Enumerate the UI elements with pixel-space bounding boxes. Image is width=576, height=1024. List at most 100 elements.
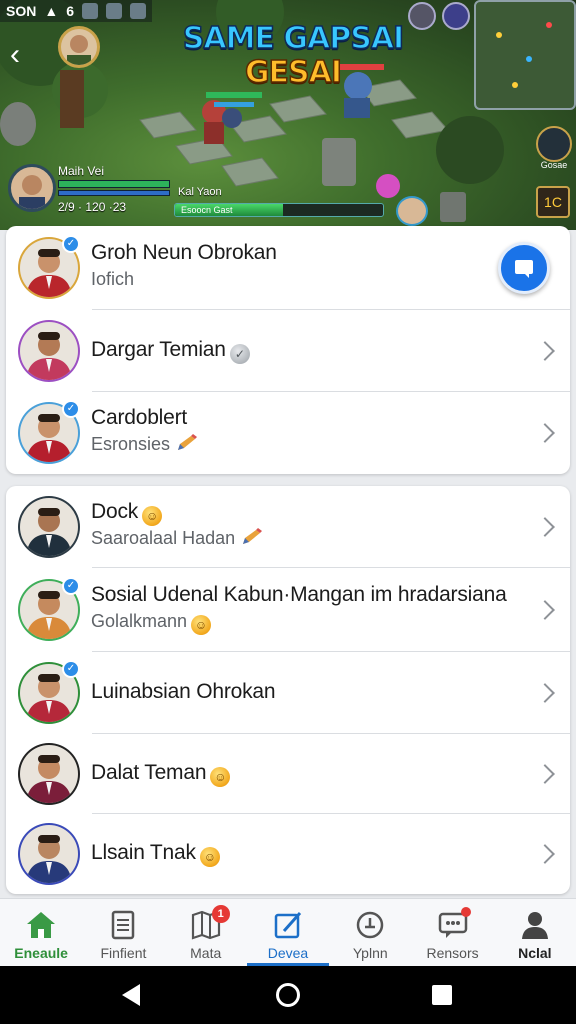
system-back-icon[interactable] <box>122 984 140 1006</box>
edit-icon <box>272 909 304 941</box>
friend-row[interactable]: Dargar Temian ✓ <box>6 310 570 392</box>
minimap[interactable] <box>474 0 576 110</box>
game-banner[interactable]: SON ▲ 6 ‹ SAME GAPSAI GESAI Maih Vei 2/9… <box>0 0 576 230</box>
avatar[interactable] <box>20 498 78 556</box>
nav-label: Nclal <box>518 945 552 961</box>
friend-row[interactable]: Dock ☺ Saaroalaal Hadan <box>6 486 570 568</box>
chevron-right-icon[interactable] <box>535 517 555 537</box>
match-progress-bar: Esoocn Gast <box>174 203 384 217</box>
friend-name: Cardoblert <box>91 406 188 429</box>
nav-item-devea[interactable]: Devea <box>246 899 330 966</box>
shield-icon[interactable] <box>536 126 572 162</box>
nav-label: Yplnn <box>352 945 388 961</box>
avatar[interactable] <box>20 825 78 883</box>
minimap-marker <box>512 82 518 88</box>
smile-emoji-icon: ☺ <box>199 847 220 867</box>
app-icon <box>106 3 122 19</box>
avatar-portrait <box>20 498 78 556</box>
friends-card-bottom: Dock ☺ Saaroalaal Hadan ✓ Sosial Udenal Kabu… <box>6 486 570 894</box>
friend-row[interactable]: Dalat Teman ☺ <box>6 734 570 814</box>
friend-row[interactable]: ✓ Luinabsian Ohrokan <box>6 652 570 734</box>
friend-name: Luinabsian Ohrokan <box>91 680 276 703</box>
system-nav-bar <box>0 966 576 1024</box>
friend-title: Cardoblert <box>91 406 187 430</box>
smile-emoji-icon: ☺ <box>210 767 231 787</box>
nav-label: Devea <box>267 945 309 961</box>
back-button[interactable]: ‹ <box>10 40 40 74</box>
player-health-bar <box>58 180 170 188</box>
friend-name: Dalat Teman <box>91 761 207 784</box>
side-badge[interactable]: 1C <box>536 186 570 218</box>
player-stats: 2/9 · 120 ·23 <box>58 200 127 214</box>
friend-row[interactable]: Llsain Tnak ☺ <box>6 814 570 894</box>
friend-name: Groh Neun Obrokan <box>91 241 277 264</box>
minimap-marker <box>496 32 502 38</box>
friend-name: Sosial Udenal Kabun·Mangan im hradarsian… <box>91 583 507 606</box>
nav-item-nclal[interactable]: Nclal <box>494 899 576 966</box>
chevron-right-icon[interactable] <box>535 600 555 620</box>
nav-item-rensors[interactable]: Rensors <box>411 899 493 966</box>
friend-name: Dargar Temian <box>91 338 226 361</box>
friend-subtitle: Saaroalaal Hadan <box>91 528 263 549</box>
avatar[interactable] <box>20 322 78 380</box>
enemy-name: Kal Yaon <box>178 186 222 198</box>
friend-row[interactable]: ✓ Cardoblert Esronsies <box>6 392 570 474</box>
nav-badge: 1 <box>211 905 230 923</box>
friend-name: Llsain Tnak <box>91 841 196 864</box>
nav-item-yplnn[interactable]: Yplnn <box>329 899 411 966</box>
smile-emoji-icon: ☺ <box>191 615 212 635</box>
chevron-right-icon[interactable] <box>535 683 555 703</box>
chevron-left-icon: ‹ <box>10 38 20 71</box>
chevron-right-icon[interactable] <box>535 844 555 864</box>
player-card[interactable]: Maih Vei 2/9 · 120 ·23 <box>8 164 170 218</box>
game-title: SAME GAPSAI GESAI <box>168 21 418 91</box>
hero-avatar[interactable] <box>58 26 100 68</box>
friend-status: Esronsies <box>91 434 171 454</box>
system-recents-icon[interactable] <box>432 985 452 1005</box>
avatar-portrait <box>20 825 78 883</box>
document-icon <box>107 909 139 941</box>
avatar[interactable] <box>20 745 78 803</box>
status-bar: SON ▲ 6 <box>0 0 152 22</box>
notification-dot <box>460 907 471 917</box>
friend-subtitle: Esronsies <box>91 434 198 455</box>
signal-icon: ▲ <box>44 3 59 19</box>
nav-label: Eneaule <box>14 945 68 961</box>
compass-icon <box>354 909 386 941</box>
progress-label: Esoocn Gast <box>181 205 233 215</box>
friend-status: Golalkmann <box>91 611 188 631</box>
friend-subtitle: Iofich <box>91 269 134 290</box>
chat-button[interactable] <box>498 242 550 294</box>
player-portrait-icon[interactable] <box>408 2 436 30</box>
verified-icon: ✓ <box>62 235 80 253</box>
nav-label: Mata <box>190 945 222 961</box>
chevron-right-icon[interactable] <box>535 341 555 361</box>
side-label: Gosae <box>540 160 568 170</box>
friend-title: Groh Neun Obrokan <box>91 241 277 265</box>
enemy-avatar[interactable] <box>396 196 428 226</box>
pencil-icon <box>178 434 198 450</box>
status-time: SON <box>6 3 37 19</box>
minimap-marker <box>546 22 552 28</box>
minimap-marker <box>526 56 532 62</box>
smile-emoji-icon: ☺ <box>142 506 163 526</box>
app-icon <box>130 3 146 19</box>
nav-label: Finfient <box>100 945 147 961</box>
chevron-right-icon[interactable] <box>535 764 555 784</box>
friend-row[interactable]: ✓ Groh Neun Obrokan Iofich <box>6 226 570 310</box>
system-home-icon[interactable] <box>276 983 300 1007</box>
friend-title: Dalat Teman ☺ <box>91 761 231 787</box>
friend-title: Luinabsian Ohrokan <box>91 680 276 704</box>
guild-icon[interactable] <box>442 2 470 30</box>
chevron-right-icon[interactable] <box>535 423 555 443</box>
nav-item-finfient[interactable]: Finfient <box>82 899 164 966</box>
player-avatar <box>8 164 56 212</box>
nav-item-eneaule[interactable]: Eneaule <box>0 899 82 966</box>
friend-title: Llsain Tnak ☺ <box>91 841 220 867</box>
nav-item-mata[interactable]: 1 Mata <box>165 899 247 966</box>
friend-title: Dargar Temian ✓ <box>91 338 250 364</box>
bottom-nav: Eneaule Finfient 1 Mata Devea Yplnn Rensors Ncl… <box>0 898 576 966</box>
friend-subtitle: Golalkmann ☺ <box>91 611 212 635</box>
friend-row[interactable]: ✓ Sosial Udenal Kabun·Mangan im hradarsia… <box>6 568 570 652</box>
home-icon <box>25 909 57 941</box>
